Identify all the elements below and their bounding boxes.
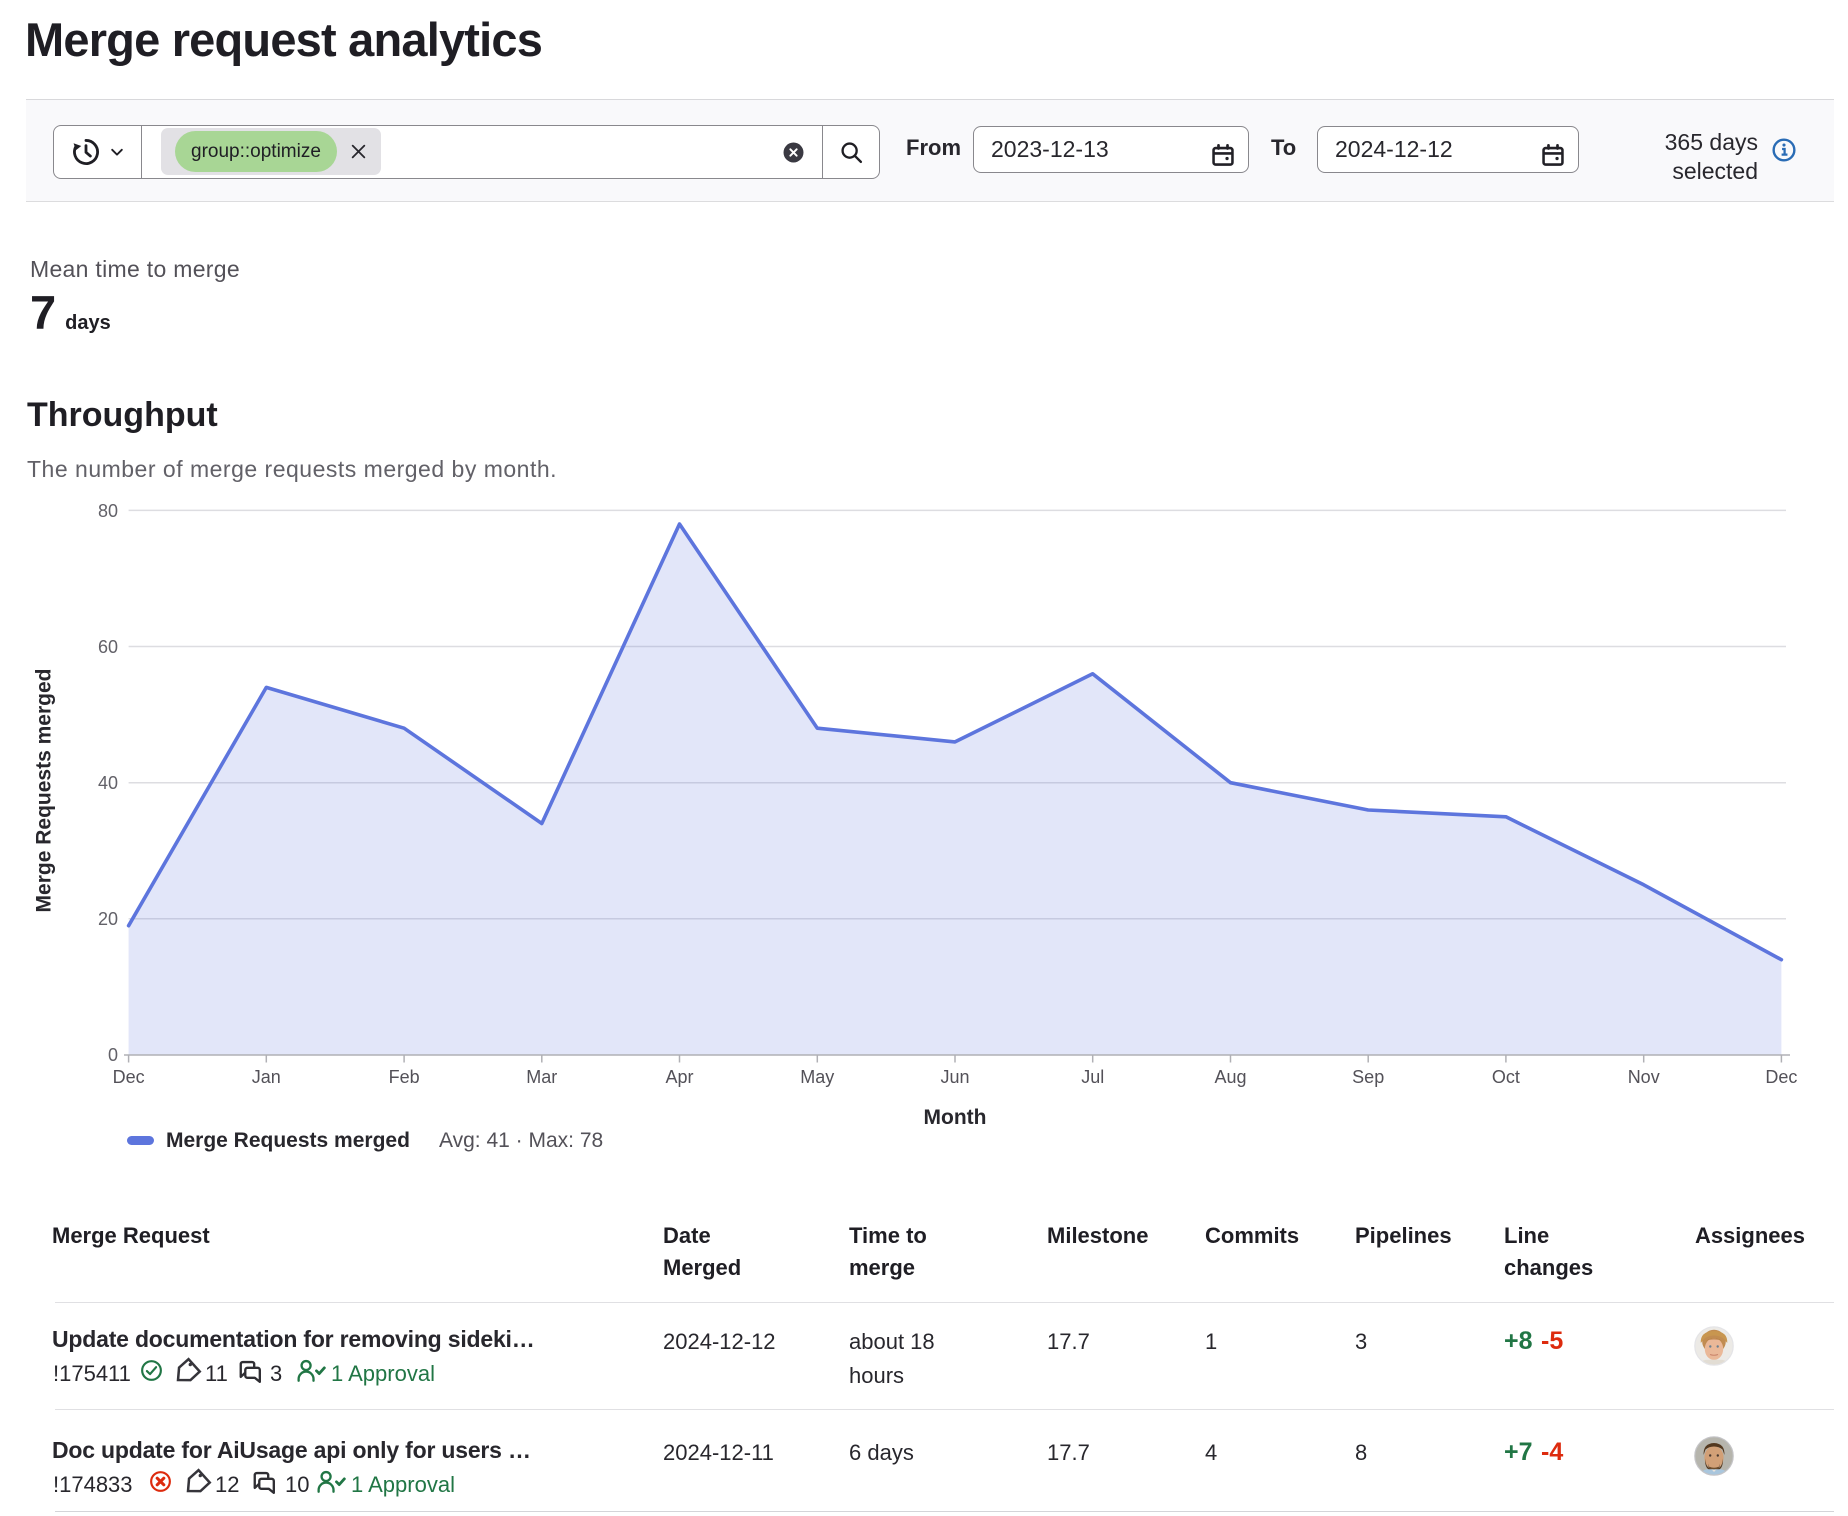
svg-text:May: May bbox=[800, 1067, 834, 1087]
svg-text:40: 40 bbox=[98, 773, 118, 793]
svg-text:20: 20 bbox=[98, 909, 118, 929]
svg-text:Jan: Jan bbox=[252, 1067, 281, 1087]
svg-text:0: 0 bbox=[108, 1045, 118, 1065]
svg-text:Mar: Mar bbox=[526, 1067, 557, 1087]
svg-text:Jul: Jul bbox=[1081, 1067, 1104, 1087]
svg-text:Apr: Apr bbox=[665, 1067, 693, 1087]
svg-text:Aug: Aug bbox=[1214, 1067, 1246, 1087]
svg-text:Merge Requests merged: Merge Requests merged bbox=[33, 669, 56, 913]
svg-text:Jun: Jun bbox=[940, 1067, 969, 1087]
svg-text:60: 60 bbox=[98, 637, 118, 657]
svg-text:Nov: Nov bbox=[1628, 1067, 1660, 1087]
svg-text:Sep: Sep bbox=[1352, 1067, 1384, 1087]
svg-text:Oct: Oct bbox=[1492, 1067, 1520, 1087]
svg-text:Feb: Feb bbox=[389, 1067, 420, 1087]
svg-text:Dec: Dec bbox=[113, 1067, 145, 1087]
svg-text:Month: Month bbox=[924, 1106, 987, 1129]
svg-text:Dec: Dec bbox=[1765, 1067, 1797, 1087]
svg-text:80: 80 bbox=[98, 501, 118, 521]
